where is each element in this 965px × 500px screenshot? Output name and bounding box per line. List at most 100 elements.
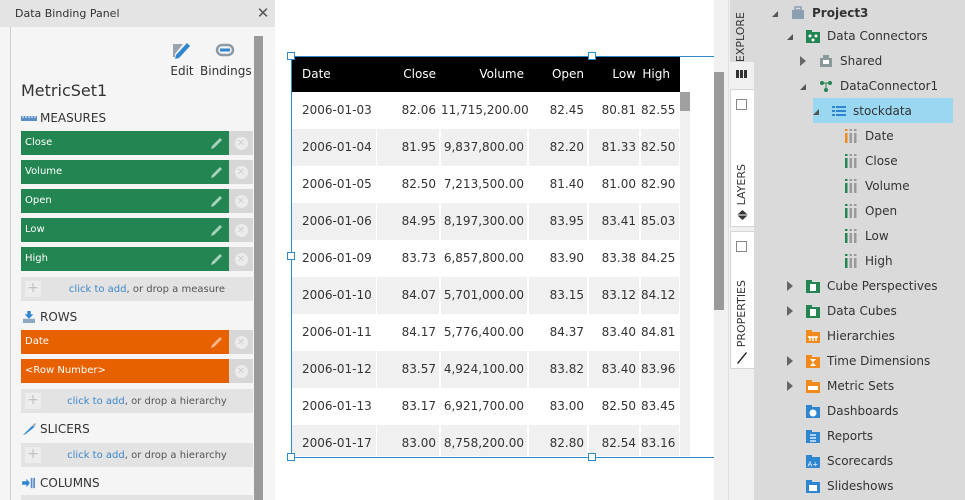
minimize-icon[interactable] bbox=[736, 99, 747, 110]
table-row[interactable]: 2006-01-12 83.57 4,924,100.00 83.82 83.40 83.… bbox=[292, 351, 680, 388]
tree-node-section[interactable]: Cube Perspectives bbox=[787, 273, 938, 298]
measures-dropzone[interactable]: + click to add, or drop a measure bbox=[21, 277, 253, 301]
row-item[interactable]: Date ✕ bbox=[21, 330, 253, 354]
data-grid[interactable]: Date Close Volume Open Low High 2006-01-03 82.… bbox=[292, 57, 680, 456]
remove-measure-button[interactable]: ✕ bbox=[229, 131, 253, 155]
column-header[interactable]: Close bbox=[376, 57, 440, 92]
expand-arrow-icon[interactable] bbox=[800, 55, 810, 66]
resize-handle-bottom[interactable] bbox=[588, 453, 596, 461]
table-row[interactable]: 2006-01-10 84.07 5,701,000.00 83.15 83.12 84.… bbox=[292, 277, 680, 314]
edit-button[interactable]: Edit bbox=[168, 40, 196, 78]
expand-arrow-icon[interactable] bbox=[787, 280, 797, 291]
tree-node-data-connectors[interactable]: Data Connectors bbox=[787, 23, 928, 48]
tree-node-field[interactable]: Low bbox=[844, 223, 889, 248]
collapse-arrow-icon[interactable] bbox=[800, 81, 810, 91]
remove-measure-button[interactable]: ✕ bbox=[229, 160, 253, 184]
collapse-arrow-icon[interactable] bbox=[787, 31, 797, 41]
bindings-button[interactable]: Bindings bbox=[200, 40, 252, 78]
grid-scrollbar[interactable] bbox=[680, 92, 690, 456]
columns-section-label: COLUMNS bbox=[21, 476, 100, 490]
column-header[interactable]: Open bbox=[528, 57, 588, 92]
measure-item[interactable]: High ✕ bbox=[21, 247, 253, 271]
dashboard-icon bbox=[806, 404, 820, 418]
expand-arrow-icon[interactable] bbox=[787, 305, 797, 316]
tree-node-field[interactable]: High bbox=[844, 248, 893, 273]
tab-layers[interactable]: LAYERS bbox=[730, 89, 754, 227]
slicers-dropzone[interactable]: + click to add, or drop a hierarchy bbox=[21, 443, 253, 467]
tree-node-section[interactable]: Slideshows bbox=[787, 473, 894, 498]
collapse-arrow-icon[interactable] bbox=[813, 106, 823, 116]
tree-node-shared[interactable]: Shared bbox=[800, 48, 882, 73]
tree-node-section[interactable]: Reports bbox=[787, 423, 873, 448]
column-header[interactable]: Date bbox=[292, 57, 376, 92]
table-row[interactable]: 2006-01-11 84.17 5,776,400.00 84.37 83.40 84.… bbox=[292, 314, 680, 351]
tree-node-stockdata[interactable]: stockdata bbox=[813, 98, 953, 123]
grid-header: Date Close Volume Open Low High bbox=[292, 57, 680, 92]
canvas-scrollbar-thumb[interactable] bbox=[714, 72, 724, 310]
table-cell: 2006-01-12 bbox=[292, 351, 376, 388]
measure-item[interactable]: Volume ✕ bbox=[21, 160, 253, 184]
tree-node-section[interactable]: Dashboards bbox=[787, 398, 898, 423]
table-row[interactable]: 2006-01-13 83.17 6,921,700.00 83.00 82.50 83.… bbox=[292, 388, 680, 425]
tree-node-dataconnector1[interactable]: DataConnector1 bbox=[800, 73, 938, 98]
measure-item[interactable]: Low ✕ bbox=[21, 218, 253, 242]
pencil-icon[interactable] bbox=[210, 252, 224, 266]
tree-node-field[interactable]: Date bbox=[844, 123, 894, 148]
collapse-arrow-icon[interactable] bbox=[772, 8, 782, 18]
column-header[interactable]: High bbox=[640, 57, 680, 92]
table-row[interactable]: 2006-01-03 82.06 11,715,200.00 82.45 80.81 82… bbox=[292, 92, 680, 129]
remove-measure-button[interactable]: ✕ bbox=[229, 189, 253, 213]
pencil-icon[interactable] bbox=[210, 194, 224, 208]
table-row[interactable]: 2006-01-17 83.00 8,758,200.00 82.80 82.54 83.… bbox=[292, 425, 680, 456]
pencil-icon[interactable] bbox=[210, 223, 224, 237]
panel-title: Data Binding Panel bbox=[15, 7, 120, 20]
rows-add-link[interactable]: click to add bbox=[67, 396, 125, 407]
pencil-icon[interactable] bbox=[210, 165, 224, 179]
tree-node-section[interactable]: Hierarchies bbox=[787, 323, 895, 348]
table-cell: 84.81 bbox=[641, 325, 676, 339]
remove-measure-button[interactable]: ✕ bbox=[229, 218, 253, 242]
tree-label: Close bbox=[865, 153, 898, 168]
expand-arrow-icon[interactable] bbox=[787, 380, 797, 391]
remove-row-button[interactable]: ✕ bbox=[229, 359, 253, 383]
tree-node-section[interactable]: Data Cubes bbox=[787, 298, 897, 323]
measure-item[interactable]: Close ✕ bbox=[21, 131, 253, 155]
column-header[interactable]: Volume bbox=[440, 57, 528, 92]
tree-label: Reports bbox=[827, 428, 874, 443]
resize-handle-top[interactable] bbox=[588, 52, 596, 60]
tree-node-field[interactable]: Open bbox=[844, 198, 897, 223]
resize-handle-left[interactable] bbox=[287, 252, 295, 260]
close-icon[interactable]: ✕ bbox=[256, 5, 270, 21]
row-item[interactable]: <Row Number> ✕ bbox=[21, 359, 253, 383]
tree-node-section[interactable]: Time Dimensions bbox=[787, 348, 930, 373]
pencil-icon[interactable] bbox=[210, 335, 224, 349]
minimize-icon[interactable] bbox=[736, 241, 747, 252]
tree-node-section[interactable]: Metric Sets bbox=[787, 373, 894, 398]
resize-handle-bottom-left[interactable] bbox=[287, 453, 295, 461]
tree-label: Metric Sets bbox=[827, 378, 895, 393]
table-row[interactable]: 2006-01-09 83.73 6,857,800.00 83.90 83.38 84.… bbox=[292, 240, 680, 277]
measures-add-link[interactable]: click to add bbox=[69, 284, 127, 295]
table-row[interactable]: 2006-01-06 84.95 8,197,300.00 83.95 83.41 85.… bbox=[292, 203, 680, 240]
tab-properties[interactable]: PROPERTIES bbox=[730, 231, 754, 369]
measure-item[interactable]: Open ✕ bbox=[21, 189, 253, 213]
table-cell: 8,758,200.00 bbox=[441, 425, 527, 456]
column-header[interactable]: Low bbox=[588, 57, 640, 92]
slicers-add-link[interactable]: click to add bbox=[67, 450, 125, 461]
tree-node-field[interactable]: Volume bbox=[844, 173, 910, 198]
table-row[interactable]: 2006-01-05 82.50 7,213,500.00 81.40 81.00 82.… bbox=[292, 166, 680, 203]
rows-dropzone[interactable]: + click to add, or drop a hierarchy bbox=[21, 389, 253, 413]
expand-arrow-icon[interactable] bbox=[787, 355, 797, 366]
remove-row-button[interactable]: ✕ bbox=[229, 330, 253, 354]
remove-measure-button[interactable]: ✕ bbox=[229, 247, 253, 271]
tab-explore[interactable]: EXPLORE bbox=[730, 0, 754, 62]
tree-node-section[interactable]: A+ Scorecards bbox=[787, 448, 893, 473]
table-row[interactable]: 2006-01-04 81.95 9,837,800.00 82.20 81.33 82.… bbox=[292, 129, 680, 166]
grid-scrollbar-thumb[interactable] bbox=[680, 92, 690, 111]
columns-dropzone[interactable] bbox=[21, 495, 253, 500]
pencil-icon[interactable] bbox=[210, 136, 224, 150]
panel-scrollbar[interactable] bbox=[254, 36, 263, 500]
tree-node-project[interactable]: Project3 bbox=[772, 0, 868, 25]
tree-node-field[interactable]: Close bbox=[844, 148, 898, 173]
resize-handle-top-left[interactable] bbox=[287, 52, 295, 60]
